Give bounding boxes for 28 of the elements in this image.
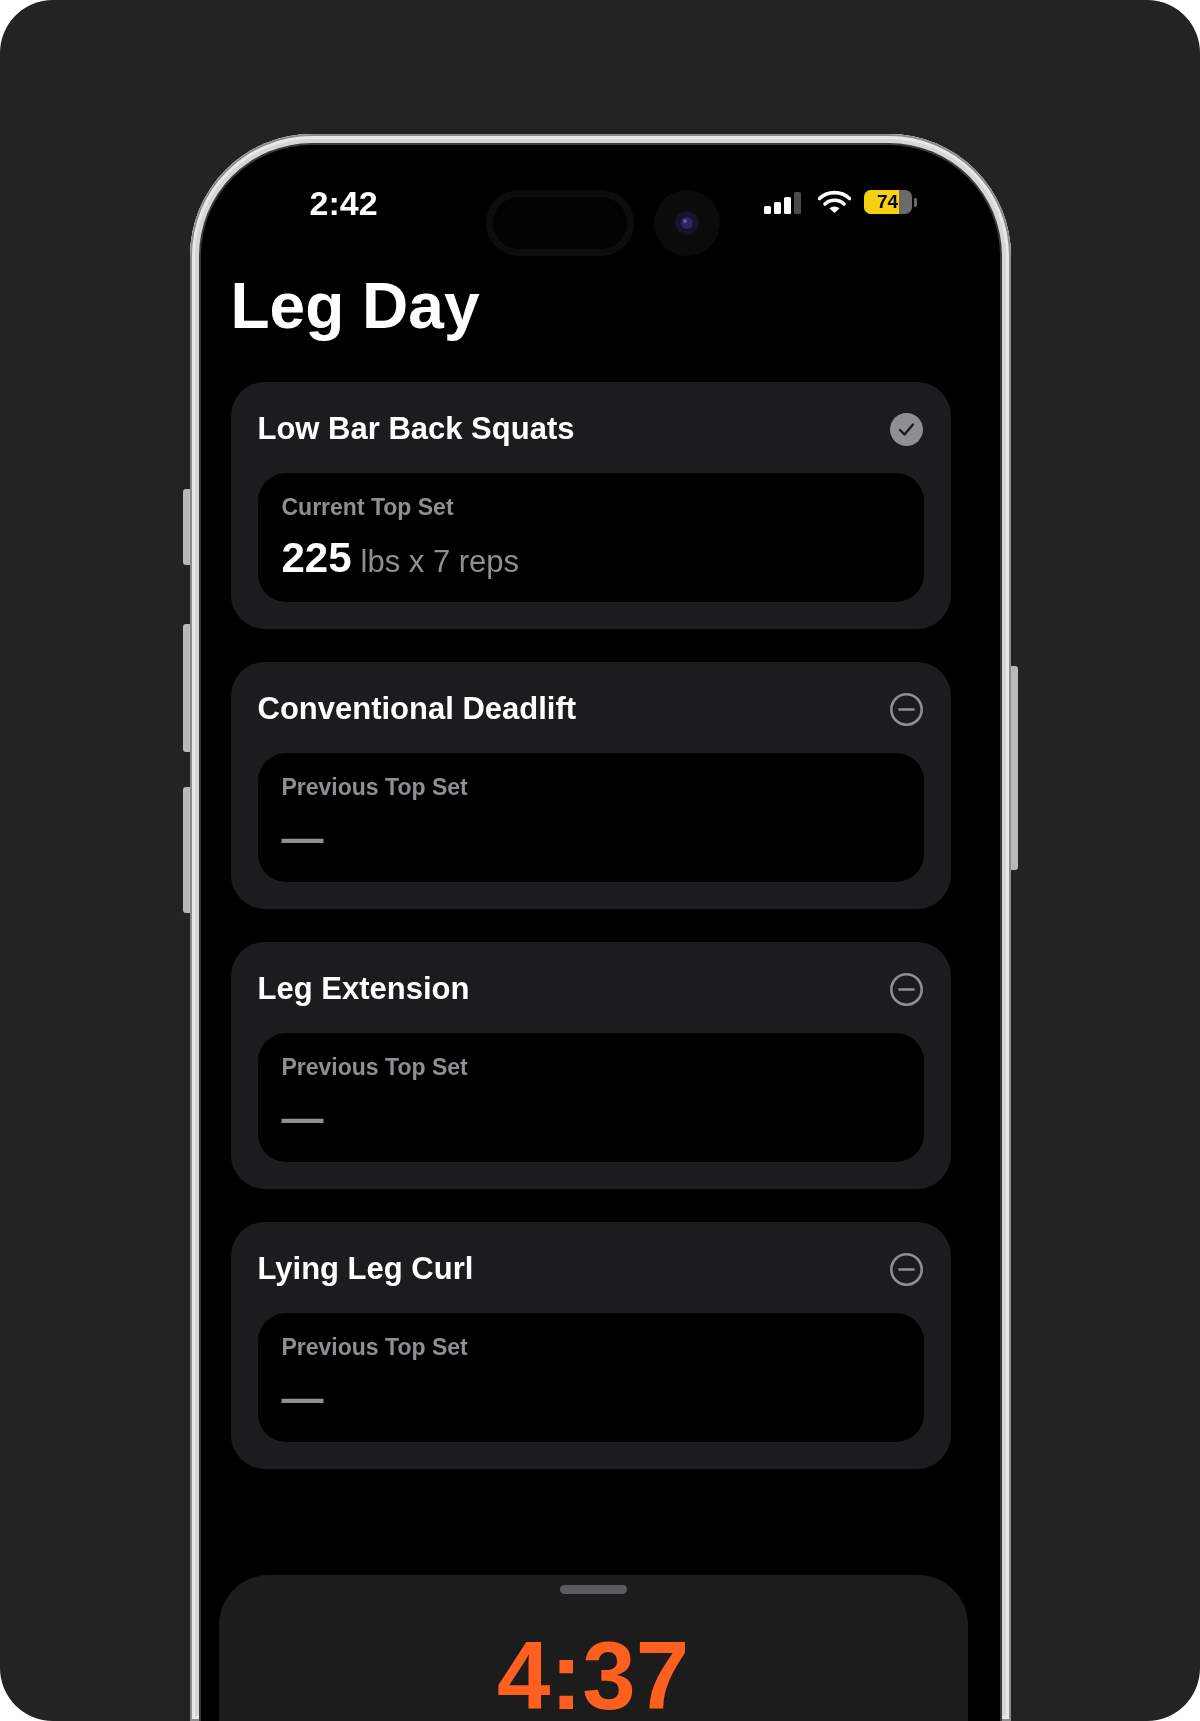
timer-countdown: 4:37 — [496, 1634, 690, 1719]
status-time: 2:42 — [309, 186, 379, 220]
top-set-label: Previous Top Set — [281, 1053, 468, 1081]
sheet-grabber[interactable] — [559, 1585, 627, 1594]
top-set-label: Current Top Set — [281, 493, 454, 521]
top-set-weight: 225 — [281, 534, 352, 582]
exercise-card[interactable]: Low Bar Back Squats Current Top Set 225 lbs x 7 reps — [230, 382, 951, 629]
exercise-name: Leg Extension — [257, 970, 470, 1008]
top-set-label: Previous Top Set — [281, 773, 468, 801]
exercise-name: Lying Leg Curl — [257, 1250, 474, 1288]
battery-percentage: 74 — [875, 190, 900, 214]
empty-value-dash: — — [281, 814, 324, 862]
wifi-icon — [817, 190, 851, 214]
minus-circle-icon[interactable] — [889, 972, 923, 1006]
minus-circle-icon[interactable] — [889, 1252, 923, 1286]
empty-value-dash: — — [281, 1094, 324, 1142]
top-set-reps: lbs x 7 reps — [360, 543, 520, 581]
top-set-label: Previous Top Set — [281, 1333, 468, 1361]
exercise-name: Conventional Deadlift — [257, 690, 577, 728]
signal-icon — [763, 192, 802, 214]
exercise-card[interactable]: Lying Leg Curl Previous Top Set — — [230, 1222, 951, 1469]
checkmark-circle-icon[interactable] — [889, 412, 923, 446]
exercise-card[interactable]: Leg Extension Previous Top Set — — [230, 942, 951, 1189]
exercise-card[interactable]: Conventional Deadlift Previous Top Set — — [230, 662, 951, 909]
camera-lens-icon — [653, 190, 720, 256]
minus-circle-icon[interactable] — [889, 692, 923, 726]
exercise-name: Low Bar Back Squats — [257, 410, 575, 448]
empty-value-dash: — — [281, 1374, 324, 1422]
